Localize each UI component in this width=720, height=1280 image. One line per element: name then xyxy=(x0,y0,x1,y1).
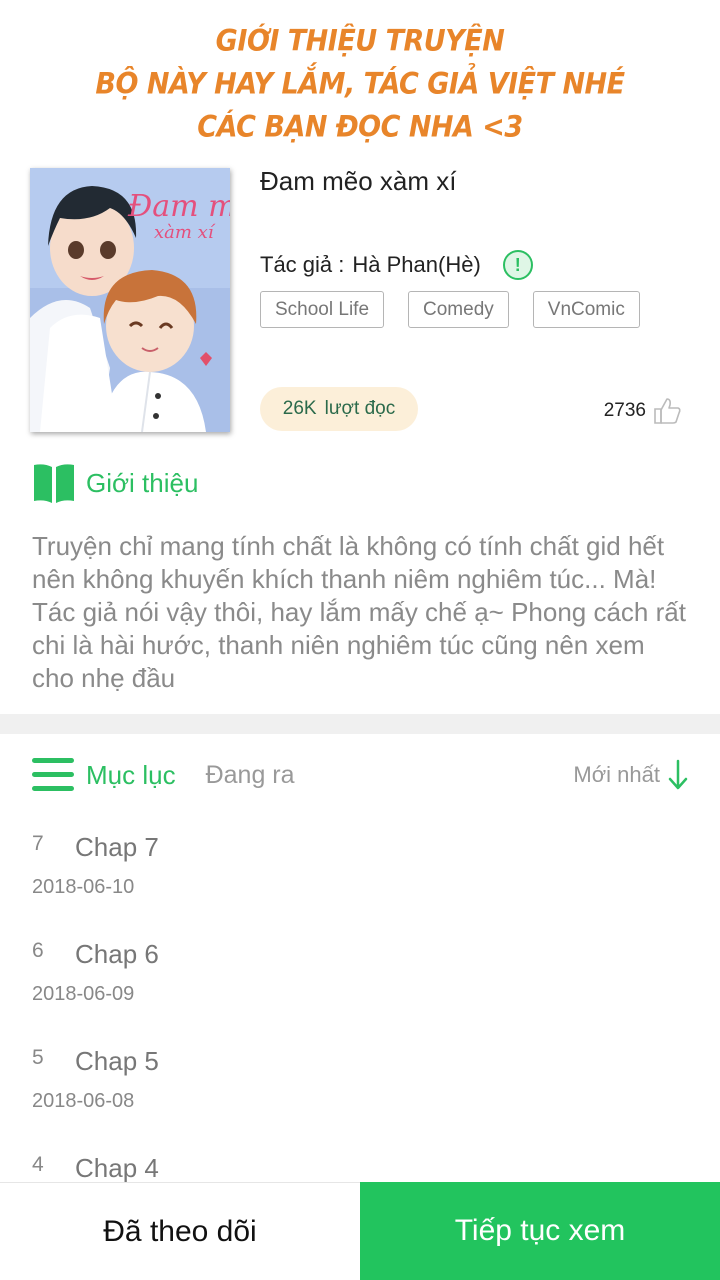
chapter-number: 4 xyxy=(32,1153,44,1176)
menu-list-icon xyxy=(32,758,74,791)
chapter-number: 6 xyxy=(32,939,44,962)
chapter-title: Chap 6 xyxy=(75,939,159,969)
author-row: Tác giả : Hà Phan(Hè) ! xyxy=(260,250,533,280)
intro-banner: GIỚI THIỆU TRUYỆN BỘ NÀY HAY LẮM, TÁC GI… xyxy=(0,20,720,149)
chapter-date: 2018-06-10 xyxy=(32,876,135,898)
reads-label: lượt đọc xyxy=(324,398,396,419)
author-label: Tác giả : xyxy=(260,252,345,277)
tag-comedy[interactable]: Comedy xyxy=(408,291,509,328)
cover-subtitle-text: xàm xí xyxy=(154,222,216,243)
bottom-action-bar: Đã theo dõi Tiếp tục xem xyxy=(0,1182,720,1280)
comic-title: Đam mẽo xàm xí xyxy=(260,166,457,196)
comic-cover: Đam mê xàm xí xyxy=(30,168,230,432)
chapter-date: 2018-06-08 xyxy=(32,1090,135,1112)
chapter-item[interactable]: 5 Chap 5 2018-06-08 xyxy=(32,1042,688,1149)
chapter-number: 7 xyxy=(32,832,44,855)
sort-label: Mới nhất xyxy=(573,762,660,787)
banner-line-1: GIỚI THIỆU TRUYỆN xyxy=(215,24,505,59)
toc-header: Mục lục Đang ra Mới nhất xyxy=(32,752,688,798)
book-icon xyxy=(34,464,74,503)
tag-school-life[interactable]: School Life xyxy=(260,291,385,328)
arrow-down-icon xyxy=(668,759,688,790)
info-icon[interactable]: ! xyxy=(502,250,533,280)
chapter-title: Chap 5 xyxy=(75,1046,159,1076)
tag-vncomic[interactable]: VnComic xyxy=(532,291,640,328)
thumbs-up-icon xyxy=(654,398,681,424)
follow-button[interactable]: Đã theo dõi xyxy=(0,1182,360,1280)
chapter-title: Chap 4 xyxy=(75,1153,159,1183)
chapter-date: 2018-06-09 xyxy=(32,983,135,1005)
section-divider xyxy=(0,714,720,734)
cover-title-text: Đam mê xyxy=(127,189,230,224)
chapter-title: Chap 7 xyxy=(75,832,159,862)
chapter-number: 5 xyxy=(32,1046,44,1069)
likes-button[interactable]: 2736 xyxy=(604,396,682,426)
status-ongoing: Đang ra xyxy=(205,760,295,789)
intro-label: Giới thiệu xyxy=(86,467,199,498)
genre-tags: School Life Comedy VnComic xyxy=(260,291,664,328)
likes-count: 2736 xyxy=(603,400,646,421)
reads-count: 26K xyxy=(282,398,317,419)
chapter-item[interactable]: 7 Chap 7 2018-06-10 xyxy=(32,828,688,935)
intro-description: Truyện chỉ mang tính chất là không có tí… xyxy=(32,531,686,693)
chapter-item[interactable]: 6 Chap 6 2018-06-09 xyxy=(32,935,688,1042)
continue-reading-button[interactable]: Tiếp tục xem xyxy=(360,1182,720,1280)
author-name[interactable]: Hà Phan(Hè) xyxy=(352,252,480,278)
banner-line-3: CÁC BẠN ĐỌC NHA <3 xyxy=(197,110,523,145)
tab-toc[interactable]: Mục lục xyxy=(86,760,176,791)
sort-newest-button[interactable]: Mới nhất xyxy=(573,759,688,791)
reads-badge: 26K lượt đọc xyxy=(260,387,418,431)
intro-header: Giới thiệu xyxy=(32,461,198,505)
banner-line-2: BỘ NÀY HAY LẮM, TÁC GIẢ VIỆT NHÉ xyxy=(95,67,625,102)
